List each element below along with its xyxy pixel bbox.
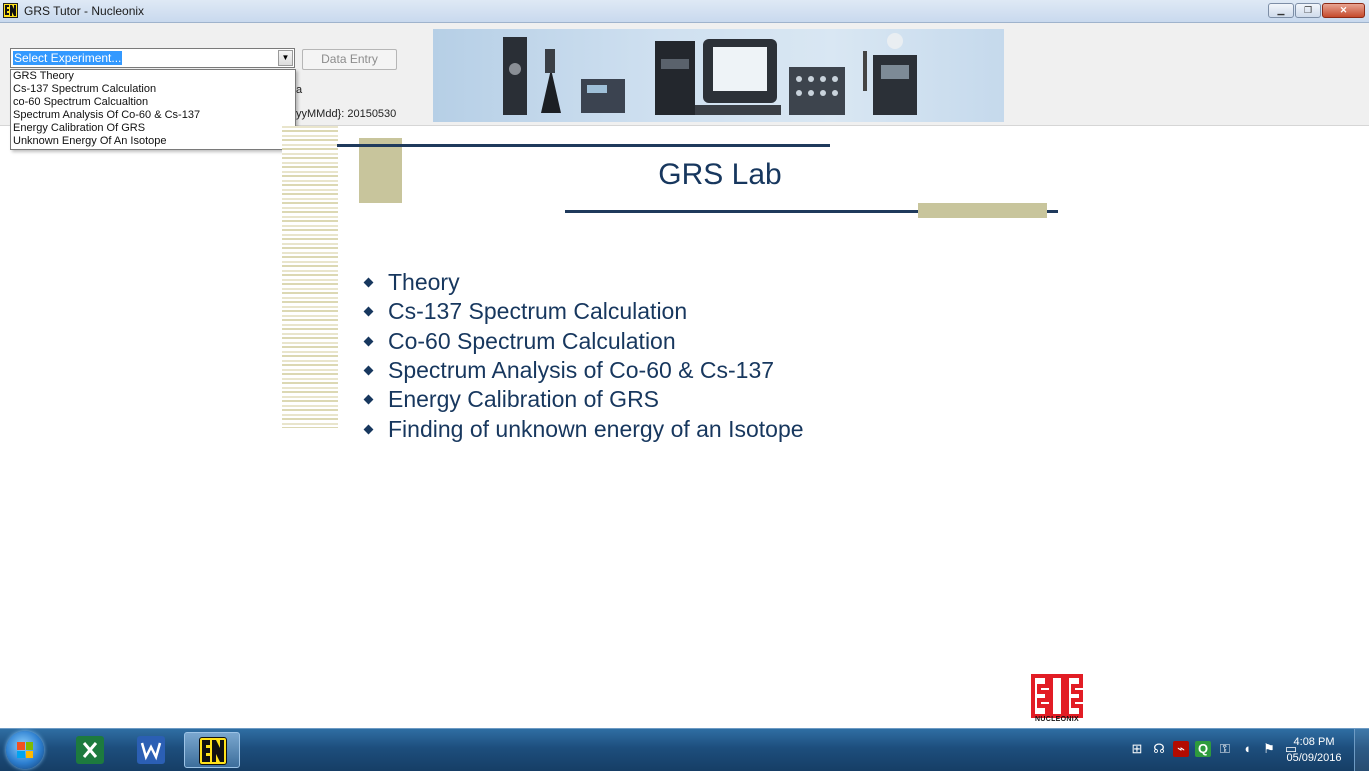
bullet-text: Energy Calibration of GRS bbox=[388, 386, 660, 413]
flag-icon[interactable]: ⚑ bbox=[1261, 741, 1277, 757]
experiment-bullet-list: Theory Cs-137 Spectrum Calculation Co-60… bbox=[362, 268, 804, 444]
list-item: Cs-137 Spectrum Calculation bbox=[362, 297, 804, 326]
word-icon bbox=[137, 736, 165, 764]
title-bar: GRS Tutor - Nucleonix ▁ ❐ ✕ bbox=[0, 0, 1369, 23]
nucleonix-icon bbox=[199, 737, 227, 765]
acrobat-icon[interactable]: ⌁ bbox=[1173, 741, 1189, 757]
experiment-select-value: Select Experiment... bbox=[13, 51, 123, 65]
list-item: Energy Calibration of GRS bbox=[362, 385, 804, 414]
date-label: yyMMdd}: 20150530 bbox=[296, 108, 397, 120]
clock-time: 4:08 PM bbox=[1293, 736, 1335, 748]
list-item: Co-60 Spectrum Calculation bbox=[362, 327, 804, 356]
experiment-option[interactable]: co-60 Spectrum Calcualtion bbox=[11, 96, 295, 109]
diamond-bullet-icon bbox=[363, 424, 374, 435]
experiment-option[interactable]: Spectrum Analysis Of Co-60 & Cs-137 bbox=[11, 109, 295, 122]
volume-icon[interactable]: ◖ bbox=[1239, 741, 1255, 757]
equipment-banner-image bbox=[433, 29, 1004, 122]
q-icon[interactable]: Q bbox=[1195, 741, 1211, 757]
taskbar-excel[interactable] bbox=[62, 732, 118, 768]
bullet-text: Spectrum Analysis of Co-60 & Cs-137 bbox=[388, 357, 775, 384]
diamond-bullet-icon bbox=[363, 306, 374, 317]
windows-flag-icon bbox=[17, 742, 33, 758]
diamond-bullet-icon bbox=[363, 277, 374, 288]
data-entry-button[interactable]: Data Entry bbox=[302, 49, 397, 70]
list-item: Spectrum Analysis of Co-60 & Cs-137 bbox=[362, 356, 804, 385]
decorative-square bbox=[359, 138, 402, 203]
title-rule-top bbox=[337, 144, 830, 147]
window-title: GRS Tutor - Nucleonix bbox=[24, 4, 145, 18]
decorative-stripe bbox=[282, 126, 338, 428]
windows-update-icon[interactable]: ⊞ bbox=[1129, 741, 1145, 757]
list-item: Finding of unknown energy of an Isotope bbox=[362, 414, 804, 443]
nucleonix-app-icon bbox=[3, 3, 18, 18]
logo-caption: NUCLEONIX bbox=[1035, 716, 1079, 723]
network-icon[interactable]: ☊ bbox=[1151, 741, 1167, 757]
experiment-option[interactable]: GRS Theory bbox=[11, 70, 295, 83]
close-button[interactable]: ✕ bbox=[1322, 3, 1365, 18]
experiment-dropdown-list: GRS Theory Cs-137 Spectrum Calculation c… bbox=[10, 69, 296, 150]
bullet-text: Co-60 Spectrum Calculation bbox=[388, 327, 676, 354]
slide-title: GRS Lab bbox=[658, 158, 782, 191]
partial-label: a bbox=[296, 84, 303, 96]
excel-icon bbox=[76, 736, 104, 764]
decorative-bar bbox=[918, 203, 1047, 218]
taskbar-nucleonix[interactable] bbox=[184, 732, 240, 768]
restore-button[interactable]: ❐ bbox=[1295, 3, 1321, 18]
bullet-text: Finding of unknown energy of an Isotope bbox=[388, 415, 804, 442]
system-tray: ⊞ ☊ ⌁ Q ⚿ ◖ ⚑ ▭ bbox=[1129, 741, 1299, 757]
list-item: Theory bbox=[362, 268, 804, 297]
experiment-select[interactable]: Select Experiment... ▼ bbox=[10, 48, 295, 68]
lock-icon[interactable]: ⚿ bbox=[1217, 741, 1233, 757]
bullet-text: Theory bbox=[388, 269, 460, 296]
experiment-option[interactable]: Energy Calibration Of GRS bbox=[11, 122, 295, 135]
experiment-option[interactable]: Unknown Energy Of An Isotope bbox=[11, 135, 295, 148]
diamond-bullet-icon bbox=[363, 365, 374, 376]
diamond-bullet-icon bbox=[363, 336, 374, 347]
taskbar-word[interactable] bbox=[123, 732, 179, 768]
taskbar: ⊞ ☊ ⌁ Q ⚿ ◖ ⚑ ▭ 4:08 PM 05/09/2016 bbox=[0, 728, 1369, 771]
start-button[interactable] bbox=[6, 731, 44, 769]
clock[interactable]: 4:08 PM 05/09/2016 bbox=[1281, 734, 1347, 766]
diamond-bullet-icon bbox=[363, 394, 374, 405]
clock-date: 05/09/2016 bbox=[1286, 752, 1342, 764]
minimize-button[interactable]: ▁ bbox=[1268, 3, 1294, 18]
experiment-option[interactable]: Cs-137 Spectrum Calculation bbox=[11, 83, 295, 96]
chevron-down-icon[interactable]: ▼ bbox=[278, 50, 293, 66]
bullet-text: Cs-137 Spectrum Calculation bbox=[388, 298, 688, 325]
show-desktop-button[interactable] bbox=[1354, 729, 1369, 771]
